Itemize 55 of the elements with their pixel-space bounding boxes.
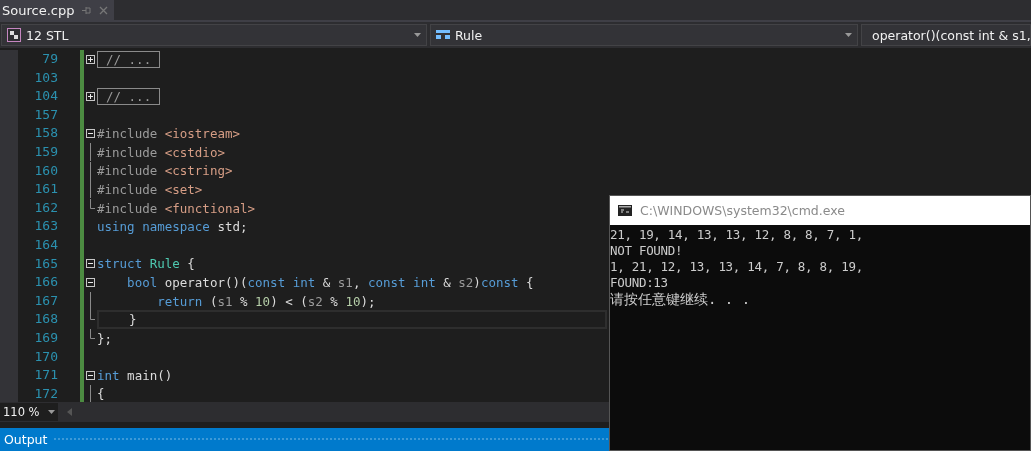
line-number: 168 <box>0 310 58 329</box>
collapse-icon[interactable] <box>86 370 95 380</box>
fold-guide <box>90 385 91 402</box>
code-line: #include <set> <box>97 180 203 199</box>
line-number: 158 <box>0 124 58 143</box>
line-number: 161 <box>0 180 58 199</box>
structure-icon <box>436 30 450 40</box>
code-line: #include <cstring> <box>97 162 233 181</box>
window-title: C:\WINDOWS\system32\cmd.exe <box>640 203 845 218</box>
code-line: #include <functional> <box>97 199 256 218</box>
line-number: 104 <box>0 87 58 106</box>
line-number: 103 <box>0 68 58 88</box>
line-number: 169 <box>0 328 58 348</box>
console-output-line: 1, 21, 12, 13, 13, 14, 7, 8, 8, 19, <box>610 259 864 275</box>
code-line: }; <box>97 329 113 348</box>
line-number: 163 <box>0 217 58 236</box>
expand-icon[interactable] <box>86 92 95 101</box>
dropdown-caret-icon <box>414 33 421 37</box>
code-line: struct Rule { <box>97 255 195 274</box>
code-line: bool operator()(const int & s1, const int & s2)const { <box>126 273 534 292</box>
console-output-line: 21, 19, 14, 13, 13, 12, 8, 8, 7, 1, <box>610 227 864 243</box>
line-number: 79 <box>0 50 58 69</box>
code-line: return (s1 % 10) < (s2 % 10); <box>156 292 376 311</box>
line-number: 164 <box>0 235 58 255</box>
line-number: 160 <box>0 161 58 181</box>
line-number: 167 <box>0 291 58 311</box>
navigation-dropdown[interactable]: 12 STL <box>1 24 427 46</box>
code-line: int main() <box>97 366 173 385</box>
console-output-line: NOT FOUND! <box>610 243 684 259</box>
console-output-line: FOUND:13 <box>610 275 669 291</box>
terminal-icon <box>618 205 632 216</box>
project-icon <box>7 28 21 42</box>
line-number: 159 <box>0 142 58 162</box>
collapse-icon[interactable] <box>86 259 95 269</box>
navigation-dropdown[interactable]: Rule <box>430 24 858 46</box>
console-output-line: 请按任意键继续. . . <box>610 291 752 307</box>
collapse-icon[interactable] <box>86 277 95 287</box>
line-number: 171 <box>0 366 58 385</box>
code-line: { <box>97 385 105 402</box>
line-number: 157 <box>0 105 58 125</box>
panel-title: Output <box>4 432 48 447</box>
code-line: using namespace std; <box>97 218 248 236</box>
collapse-icon[interactable] <box>86 129 95 139</box>
code-line: #include <iostream> <box>97 125 240 143</box>
line-number: 170 <box>0 347 58 367</box>
zoom-dropdown[interactable]: 110 % <box>0 403 58 421</box>
dropdown-caret-icon <box>48 410 55 414</box>
expand-icon[interactable] <box>86 54 95 64</box>
line-number: 165 <box>0 254 58 274</box>
dropdown-caret-icon <box>845 33 852 37</box>
line-number: 166 <box>0 273 58 292</box>
code-line: #include <cstdio> <box>97 143 225 162</box>
navigation-dropdown[interactable]: operator()(const int & s1, <box>861 24 1031 46</box>
line-number: 162 <box>0 198 58 218</box>
fold-guide <box>90 328 95 339</box>
